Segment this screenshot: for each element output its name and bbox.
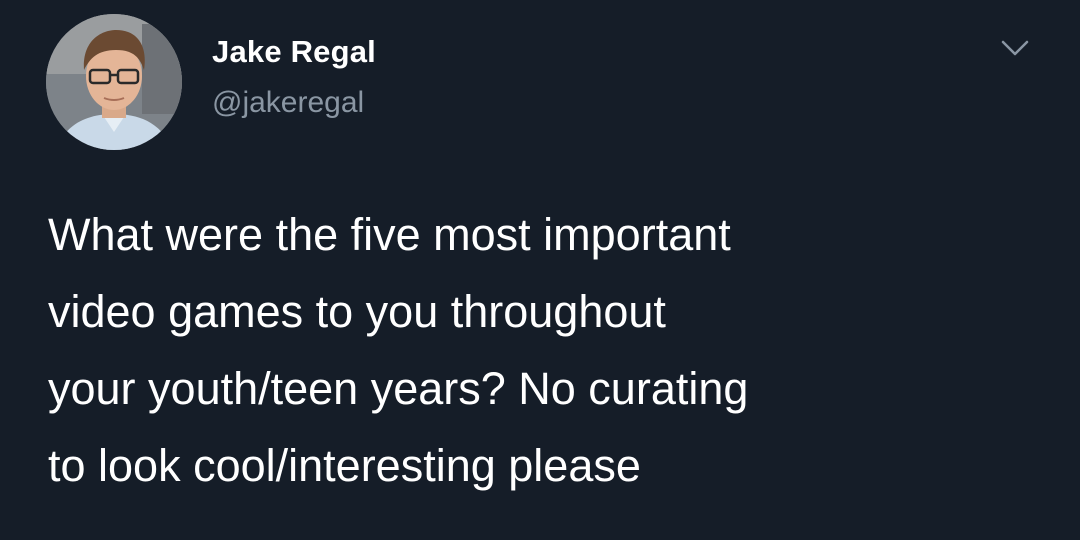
tweet-text-line: video games to you throughout bbox=[48, 286, 666, 337]
tweet-card: Jake Regal @jakeregal What were the five… bbox=[0, 0, 1080, 540]
avatar[interactable] bbox=[46, 14, 182, 150]
avatar-photo bbox=[46, 14, 182, 150]
tweet-text-line: your youth/teen years? No curating bbox=[48, 363, 749, 414]
tweet-text-line: What were the five most important bbox=[48, 209, 731, 260]
tweet-text: What were the five most important video … bbox=[48, 196, 1048, 504]
chevron-down-icon[interactable] bbox=[998, 36, 1032, 60]
tweet-text-line: to look cool/interesting please bbox=[48, 440, 641, 491]
author-handle[interactable]: @jakeregal bbox=[212, 86, 364, 120]
author-name[interactable]: Jake Regal bbox=[212, 34, 376, 70]
